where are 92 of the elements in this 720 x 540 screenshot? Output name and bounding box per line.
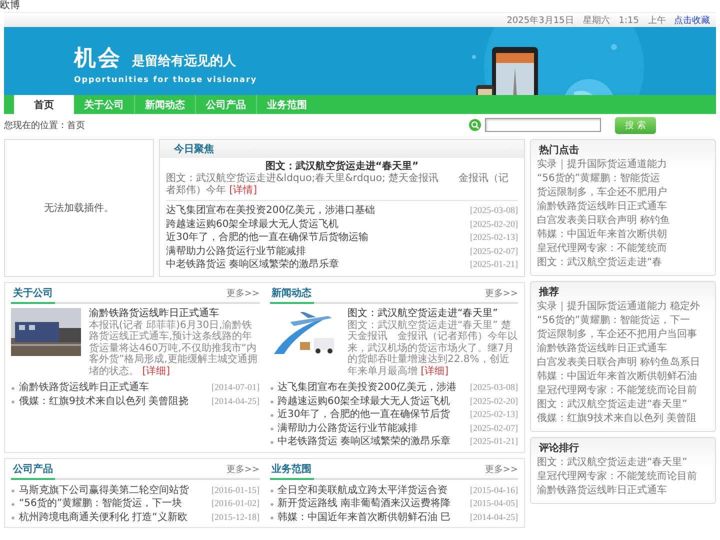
news-date: [2014-04-25] — [470, 510, 518, 523]
headline: 图文：武汉航空货运走进“春天里” — [264, 160, 420, 172]
section-title: 关于公司 — [11, 286, 55, 304]
sidebar-link[interactable]: “56货的”黄耀鹏：智能货运，下一 — [537, 314, 709, 328]
news-date: [2025-02-13] — [470, 231, 518, 244]
article-title: 图文：武汉航空货运走进“春天里” — [348, 308, 499, 320]
sidebar-link[interactable]: 图文：武汉航空货运走进“春 — [537, 256, 709, 270]
sidebar-link[interactable]: 白宫发表美日联合声明 称钓鱼 — [537, 214, 709, 228]
section-title: 业务范围 — [270, 462, 314, 480]
news-link[interactable]: 达飞集团宣布在美投资200亿美元，涉港 — [270, 382, 457, 394]
news-link[interactable]: 全日空和美联航成立跨太平洋货运合资 — [270, 484, 448, 497]
news-link[interactable]: 中老铁路货运 奏响区域繁荣的激昂乐章 — [166, 259, 340, 272]
news-link[interactable]: 达飞集团宣布在美投资200亿美元，涉港口基础 — [166, 205, 376, 218]
sidebar-link[interactable]: 渝黔铁路货运线昨日正式通车 — [537, 342, 709, 356]
banner-subtitle: Opportunities for those visionary — [74, 75, 258, 84]
sidebar-link[interactable]: 皇冠代理网专家：不能笼统而论目前 — [537, 470, 709, 484]
nav-tab[interactable]: 公司产品 — [195, 95, 256, 114]
news-link[interactable]: 俄媒：红旗9技术来自以色列 美曾阻挠 — [11, 396, 189, 408]
sidebar-link[interactable]: 实录｜提升国际货运通道能力 — [537, 158, 709, 172]
more-link[interactable]: 更多>> — [226, 462, 260, 478]
banner-tagline: 是留给有远见的人 — [132, 53, 236, 70]
sidebar-link[interactable]: 皇冠代理网专家：不能笼统而论目前 — [537, 384, 709, 398]
news-date: [2025-02-20] — [470, 394, 518, 407]
nav-tab[interactable]: 关于公司 — [74, 95, 134, 114]
sidebar-link[interactable]: 韩媒：中国近年来首次断供朝 — [537, 228, 709, 242]
bookmark-link[interactable]: 点击收藏 — [674, 14, 710, 26]
news-date: [2015-04-16] — [470, 484, 518, 496]
nav-tab[interactable]: 业务范围 — [256, 95, 317, 114]
news-date: [2025-02-07] — [470, 244, 518, 257]
news-date: [2015-04-05] — [470, 497, 518, 510]
more-link[interactable]: 更多>> — [484, 286, 518, 302]
nav-tab[interactable]: 首页 — [14, 95, 74, 114]
site-name: 欧博 — [0, 0, 20, 12]
news-date: [2025-03-08] — [470, 204, 518, 216]
nav-tab[interactable]: 新闻动态 — [134, 95, 195, 114]
section-title: 公司产品 — [11, 462, 55, 480]
section-title: 新闻动态 — [270, 286, 314, 304]
news-link[interactable]: 跨越速运购60架全球最大无人货运飞机 — [270, 396, 450, 408]
news-date: [2014-04-25] — [212, 394, 260, 407]
breadcrumb: 您现在的位置：首页 — [4, 120, 86, 132]
sidebar-link[interactable]: 货运限制多，车企还不肥用户 — [537, 186, 709, 200]
news-link[interactable]: 满帮助力公路货运行业节能减排 — [166, 246, 306, 258]
news-date: [2025-02-13] — [470, 408, 518, 420]
sidebar-link[interactable]: 渝黔铁路货运线昨日正式通车 — [537, 484, 709, 498]
sidebar-link[interactable]: 图文：武汉航空货运走进“春天里” — [537, 456, 709, 470]
news-link[interactable]: 中老铁路货运 奏响区域繁荣的激昂乐章 — [270, 436, 451, 448]
news-date: [2015-12-18] — [212, 510, 260, 523]
sidebar-link[interactable]: 实录｜提升国际货运通道能力 稳定外 — [537, 300, 709, 314]
details-link[interactable]: [详情] — [229, 185, 257, 196]
news-date: [2025-03-08] — [470, 381, 518, 394]
news-link[interactable]: 马斯克旗下公司赢得美第二轮空间站货 — [11, 484, 189, 497]
banner-headline: 机会 — [74, 45, 122, 73]
news-date: [2016-01-15] — [212, 484, 260, 496]
news-link[interactable]: “56货的”黄耀鹏：智能货运，下一块 — [11, 498, 182, 510]
article-summary: 本报讯(记者 邱菲菲)6月30日,渝黔铁路货运线正式通车,预计这条线路的年货运量将达460万吨,不仅助推我市“内客外货”格局形成,更能缓解主城交通拥堵的状态。 [详细] — [89, 320, 258, 377]
details-link[interactable]: [详细] — [142, 366, 170, 376]
news-date: [2014-07-01] — [212, 381, 260, 394]
article-summary: 图文：武汉航空货运走进“春天里” 楚天金报讯 金报讯（记者郑伟）今年以来，武汉机场的货运市场火了。继7月的货邮吞吐量增速达到22.8%，创近年来单月最高增 [详细] — [348, 320, 518, 377]
news-link[interactable]: 近30年了，合肥的他一直在确保节后货物运输 — [166, 232, 369, 244]
news-date: [2025-02-20] — [470, 218, 518, 230]
panel-title: 推荐 — [538, 286, 560, 300]
sidebar-link[interactable]: 皇冠代理网专家：不能笼统而 — [537, 242, 709, 256]
news-link[interactable]: 韩媒：中国近年来首次断供朝鲜石油 巳 — [270, 512, 451, 524]
search-field[interactable] — [485, 118, 602, 132]
news-link[interactable]: 跨越速运购60架全球最大无人货运飞机 — [166, 218, 339, 231]
sidebar-link[interactable]: 货运限制多，车企还不把用户当回事 — [537, 328, 709, 342]
article-title: 渝黔铁路货运线昨日正式通车 — [89, 308, 220, 320]
more-link[interactable]: 更多>> — [484, 462, 518, 478]
plugin-message: 无法加载插件。 — [44, 202, 114, 215]
panel-title: 热门点击 — [538, 143, 580, 158]
panel-title: 评论排行 — [538, 442, 580, 456]
date-text: 2025年3月15日 星期六 1:15 上午 — [506, 14, 666, 26]
news-link[interactable]: 新开货运路线 南非葡萄酒来汉运费将降 — [270, 498, 451, 510]
sidebar-link[interactable]: 俄媒：红旗9技术来自以色列 美曾阻 — [537, 412, 709, 426]
sidebar-link[interactable]: 渝黔铁路货运线昨日正式通车 — [537, 200, 709, 214]
more-link[interactable]: 更多>> — [226, 286, 260, 302]
sidebar-link[interactable]: 图文：武汉航空货运走进“春天里” — [537, 398, 709, 412]
article-summary: 图文：武汉航空货运走进&ldquo;春天里&rdquo; 楚天金报讯 金报讯（记者郑伟）今年 [详情] — [166, 173, 518, 201]
news-link[interactable]: 满帮助力公路货运行业节能减排 — [270, 422, 418, 435]
news-date: [2025-02-07] — [470, 422, 518, 434]
news-date: [2016-01-02] — [212, 497, 260, 510]
sidebar-link[interactable]: 白宫发表美日联合声明 称钓鱼岛系日 — [537, 356, 709, 370]
panel-title: 今日聚焦 — [160, 140, 524, 158]
news-link[interactable]: 近30年了，合肥的他一直在确保节后货 — [270, 409, 450, 422]
news-date: [2025-01-21] — [470, 258, 518, 270]
search-icon — [469, 119, 482, 131]
news-date: [2025-01-21] — [470, 435, 518, 448]
details-link[interactable]: [详细] — [420, 366, 448, 376]
news-link[interactable]: 渝黔铁路货运线昨日正式通车 — [11, 382, 149, 394]
sidebar-link[interactable]: “56货的”黄耀鹏：智能货运 — [537, 172, 709, 186]
news-link[interactable]: 杭州跨境电商通关便利化 打造“义新欧 — [11, 512, 188, 524]
sidebar-link[interactable]: 韩媒：中国近年来首次断供朝鲜石油 — [537, 370, 709, 384]
